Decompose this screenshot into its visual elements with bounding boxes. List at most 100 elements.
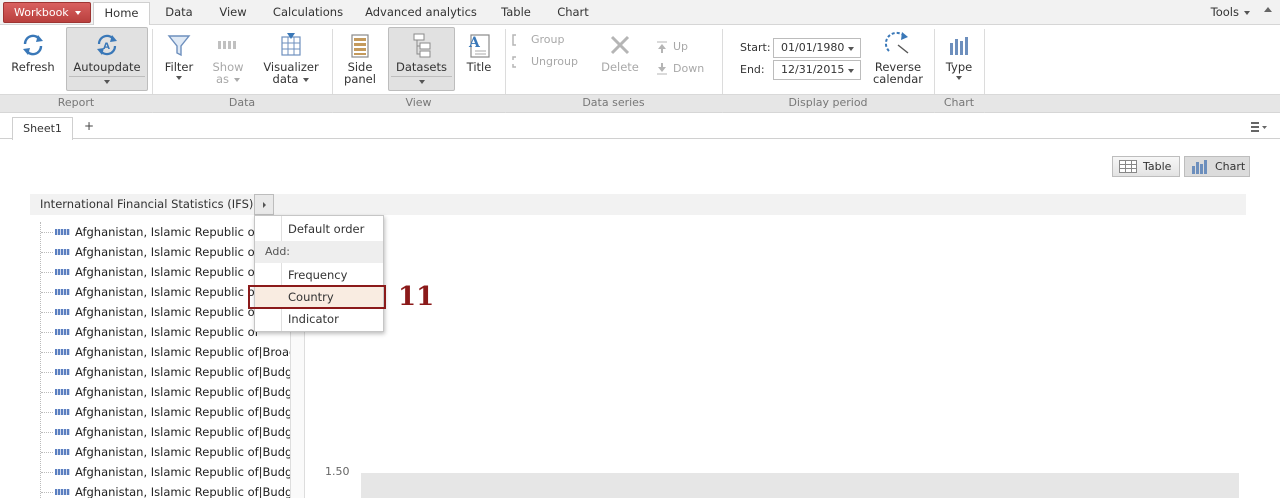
tree-row-indicator: Budge <box>262 385 290 399</box>
tree-row[interactable]: Afghanistan, Islamic Republic of <box>41 242 290 262</box>
tab-table[interactable]: Table <box>494 2 538 25</box>
side-panel-button[interactable]: Side panel <box>340 28 380 85</box>
delete-button[interactable]: Delete <box>598 28 642 73</box>
tab-data[interactable]: Data <box>159 2 199 25</box>
tree-row-label: Afghanistan, Islamic Republic of <box>75 385 259 399</box>
refresh-button[interactable]: Refresh <box>8 28 58 73</box>
tree-row-indicator: Budge <box>262 425 290 439</box>
tree-row-indicator: Budge <box>262 485 290 498</box>
tree-row-label: Afghanistan, Islamic Republic of <box>75 325 259 339</box>
ungroup-button[interactable]: Ungroup <box>512 54 578 70</box>
visualizer-label-2: data <box>272 72 299 86</box>
collapse-ribbon-icon[interactable] <box>1264 7 1272 12</box>
series-tree: Afghanistan, Islamic Republic of Afghanis… <box>40 222 290 498</box>
group-label-display-period: Display period <box>788 96 868 109</box>
datasets-button[interactable]: Datasets <box>388 27 455 91</box>
autoupdate-icon: A <box>97 34 117 56</box>
tree-row[interactable]: Afghanistan, Islamic Republic of <box>41 222 290 242</box>
series-icon <box>55 349 70 355</box>
series-icon <box>55 229 70 235</box>
move-down-button[interactable]: Down <box>656 61 704 77</box>
side-panel-label-2: panel <box>344 72 376 86</box>
sheet-tab-sheet1[interactable]: Sheet1 <box>12 117 73 140</box>
menu-item-frequency[interactable]: Frequency <box>255 264 383 286</box>
delete-icon <box>610 35 630 55</box>
chevron-down-icon <box>956 76 962 80</box>
chevron-down-icon <box>418 80 425 84</box>
tab-chart[interactable]: Chart <box>552 2 594 25</box>
bar-chart-icon <box>1192 160 1207 174</box>
menu-item-indicator[interactable]: Indicator <box>255 308 383 330</box>
group-icon <box>512 34 516 46</box>
svg-text:A: A <box>103 42 110 52</box>
tab-view[interactable]: View <box>213 2 253 25</box>
tree-row[interactable]: Afghanistan, Islamic Republic of|Budge <box>41 422 290 442</box>
chart-view-button[interactable]: Chart <box>1184 156 1250 177</box>
series-icon <box>55 289 70 295</box>
tree-row-label: Afghanistan, Islamic Republic of <box>75 425 259 439</box>
table-icon <box>1119 160 1137 173</box>
sheet-tab-bar: Sheet1 + <box>0 113 1280 140</box>
series-icon <box>55 449 70 455</box>
series-icon <box>55 469 70 475</box>
tools-label: Tools <box>1210 5 1239 19</box>
chart-type-button[interactable]: Type <box>942 28 976 80</box>
tree-row[interactable]: Afghanistan, Islamic Republic of|Budge <box>41 402 290 422</box>
tab-calculations[interactable]: Calculations <box>268 2 348 25</box>
chart-y-tick-label: 1.50 <box>325 465 350 478</box>
tree-row[interactable]: Afghanistan, Islamic Republic of|Broad <box>41 342 290 362</box>
side-panel-icon <box>351 34 369 58</box>
dataset-title-bar: International Financial Statistics (IFS) <box>30 194 1246 215</box>
table-view-button[interactable]: Table <box>1112 156 1180 177</box>
tree-row[interactable]: Afghanistan, Islamic Republic of|Budge <box>41 482 290 498</box>
title-button[interactable]: A Title <box>462 28 496 73</box>
visualizer-data-button[interactable]: Visualizer data <box>258 28 324 85</box>
end-date-input[interactable]: 12/31/2015 <box>773 60 861 80</box>
menu-bar: Workbook Home Data View Calculations Adv… <box>0 0 1280 26</box>
tree-row-label: Afghanistan, Islamic Republic of <box>75 465 259 479</box>
tab-advanced-analytics[interactable]: Advanced analytics <box>362 2 480 25</box>
start-label: Start: <box>740 41 771 54</box>
step-callout-number: 11 <box>398 282 435 312</box>
tree-row-indicator: Budge <box>262 445 290 459</box>
tree-row[interactable]: Afghanistan, Islamic Republic of|Budge <box>41 462 290 482</box>
refresh-label: Refresh <box>11 60 55 74</box>
arrow-down-icon <box>657 63 667 75</box>
chevron-down-icon <box>176 76 182 80</box>
datasets-label: Datasets <box>395 60 448 74</box>
tree-row-label: Afghanistan, Islamic Republic of <box>75 225 259 239</box>
title-options-button[interactable] <box>254 194 274 215</box>
filter-button[interactable]: Filter <box>160 28 198 80</box>
ribbon: Refresh A Autoupdate Filter Show as Visu… <box>0 25 1280 113</box>
chevron-down-icon <box>848 47 854 51</box>
tab-home[interactable]: Home <box>93 2 150 26</box>
group-label-chart: Chart <box>943 96 975 109</box>
tools-menu[interactable]: Tools <box>1211 2 1250 23</box>
series-icon <box>55 309 70 315</box>
table-view-label: Table <box>1143 160 1172 173</box>
group-button[interactable]: Group <box>512 32 565 48</box>
tree-row[interactable]: Afghanistan, Islamic Republic of <box>41 322 290 342</box>
move-up-button[interactable]: Up <box>656 39 688 55</box>
autoupdate-button[interactable]: A Autoupdate <box>66 27 148 91</box>
add-sheet-button[interactable]: + <box>84 119 94 133</box>
tree-row[interactable]: Afghanistan, Islamic Republic of|Budge <box>41 362 290 382</box>
reverse-calendar-button[interactable]: Reverse calendar <box>870 28 926 85</box>
tree-row[interactable]: Afghanistan, Islamic Republic of <box>41 262 290 282</box>
tree-row[interactable]: Afghanistan, Islamic Republic of|Budge <box>41 382 290 402</box>
show-as-button[interactable]: Show as <box>208 28 248 85</box>
order-popup-menu: Default order Add: Frequency Country Ind… <box>254 215 384 332</box>
visualizer-data-icon <box>281 33 301 56</box>
highlight-box <box>248 285 386 309</box>
series-icon <box>55 489 70 495</box>
arrow-up-icon <box>657 41 667 53</box>
sheet-list-icon[interactable] <box>1250 121 1268 133</box>
chevron-down-icon <box>1244 10 1250 15</box>
start-date-input[interactable]: 01/01/1980 <box>773 38 861 58</box>
workbook-menu-button[interactable]: Workbook <box>3 2 91 23</box>
tree-row-indicator: Budge <box>262 465 290 479</box>
menu-item-default-order[interactable]: Default order <box>255 218 383 240</box>
tree-row[interactable]: Afghanistan, Islamic Republic of|Budge <box>41 442 290 462</box>
reverse-label-2: calendar <box>872 72 923 86</box>
show-as-icon <box>218 41 236 49</box>
